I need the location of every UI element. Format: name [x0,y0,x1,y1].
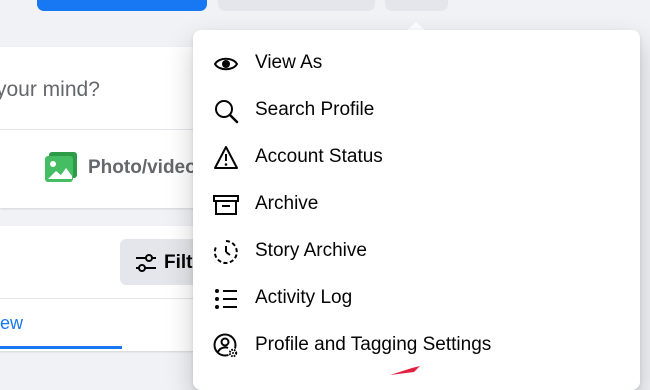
secondary-action-button[interactable] [218,0,375,11]
red-arrow-icon [390,366,420,375]
composer-placeholder: your mind? [0,78,100,101]
active-tab-indicator [0,346,122,349]
search-icon [215,100,239,124]
profile-options-dropdown: View As Search Profile Account Status Ar… [193,30,640,390]
photo-icon [45,152,77,182]
menu-item-profile-tagging-settings[interactable]: Profile and Tagging Settings [193,323,640,369]
list-icon [215,289,237,309]
warning-icon [214,146,238,169]
primary-action-button[interactable] [37,0,207,11]
more-options-button[interactable] [385,0,448,11]
story-archive-icon [213,240,238,264]
menu-item-label: Account Status [255,146,383,167]
tab-list-view[interactable]: ew [0,313,23,334]
menu-item-archive[interactable]: Archive [193,182,640,228]
composer-input[interactable]: your mind? [0,47,215,130]
menu-item-activity-log[interactable]: Activity Log [193,276,640,322]
menu-item-label: Archive [255,193,319,214]
filters-icon [136,254,156,272]
menu-item-label: Story Archive [255,240,367,261]
photo-video-label: Photo/video [88,157,197,178]
posts-divider [0,298,215,299]
menu-item-label: Profile and Tagging Settings [255,334,492,355]
profile-settings-icon [213,333,238,358]
menu-item-label: View As [255,52,323,73]
menu-item-search-profile[interactable]: Search Profile [193,88,640,134]
archive-box-icon [213,195,239,215]
menu-item-account-status[interactable]: Account Status [193,135,640,181]
menu-item-view-as[interactable]: View As [193,41,640,87]
post-composer-card: your mind? [0,47,215,208]
menu-item-story-archive[interactable]: Story Archive [193,229,640,275]
menu-item-label: Search Profile [255,99,375,120]
menu-item-label: Activity Log [255,287,353,308]
eye-icon [213,57,239,71]
